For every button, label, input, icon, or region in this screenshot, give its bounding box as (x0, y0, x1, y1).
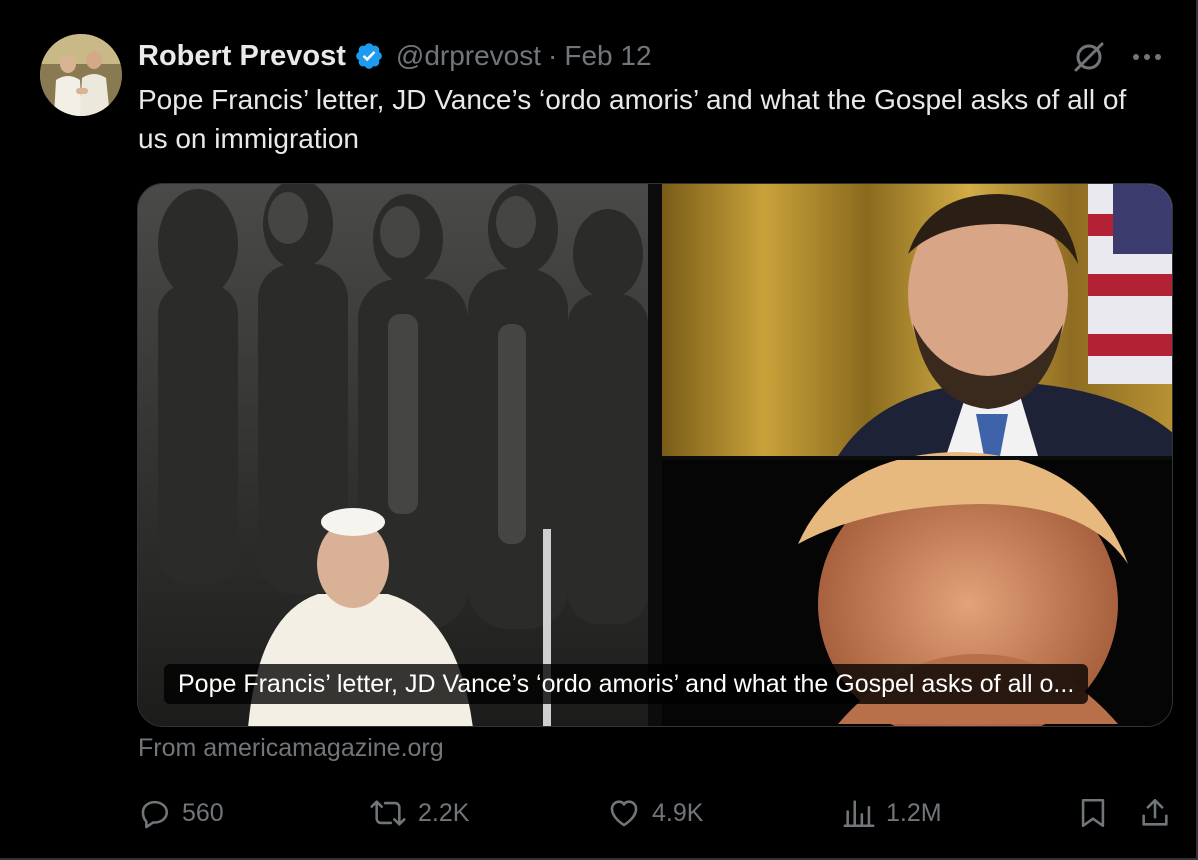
card-source-link[interactable]: From americamagazine.org (138, 734, 444, 763)
repost-icon (368, 796, 408, 830)
tweet-top-actions (1072, 40, 1162, 74)
views-icon (842, 796, 876, 830)
views-count: 1.2M (886, 798, 942, 827)
repost-count: 2.2K (418, 798, 470, 827)
like-button[interactable]: 4.9K (606, 790, 703, 836)
tweet-date[interactable]: Feb 12 (564, 40, 651, 72)
verified-badge-icon (354, 41, 384, 71)
separator-dot: · (548, 40, 558, 71)
like-icon (606, 796, 642, 830)
tweet-header: Robert Prevost @drprevost · Feb 12 (138, 36, 652, 76)
card-image (138, 184, 1172, 726)
reply-icon (138, 796, 172, 830)
more-icon[interactable] (1132, 52, 1162, 62)
user-handle[interactable]: @drprevost (396, 40, 541, 72)
tweet-container: Robert Prevost @drprevost · Feb 12 Pope (0, 0, 1198, 860)
views-button[interactable]: 1.2M (842, 790, 942, 836)
action-bar: 560 2.2K 4.9K 1.2M (136, 790, 1176, 836)
card-caption: Pope Francis’ letter, JD Vance’s ‘ordo a… (164, 664, 1089, 704)
grok-icon[interactable] (1072, 40, 1106, 74)
bookmark-icon (1076, 795, 1110, 831)
avatar-image (40, 34, 122, 116)
link-card[interactable]: Pope Francis’ letter, JD Vance’s ‘ordo a… (137, 183, 1173, 727)
avatar[interactable] (40, 34, 122, 116)
reply-button[interactable]: 560 (138, 790, 224, 836)
bookmark-button[interactable] (1076, 790, 1110, 836)
like-count: 4.9K (652, 798, 704, 827)
tweet-text: Pope Francis’ letter, JD Vance’s ‘ordo a… (138, 84, 1127, 154)
reply-count: 560 (182, 798, 224, 827)
share-icon (1138, 795, 1172, 831)
repost-button[interactable]: 2.2K (368, 790, 469, 836)
display-name[interactable]: Robert Prevost (138, 40, 346, 73)
share-button[interactable] (1138, 790, 1172, 836)
